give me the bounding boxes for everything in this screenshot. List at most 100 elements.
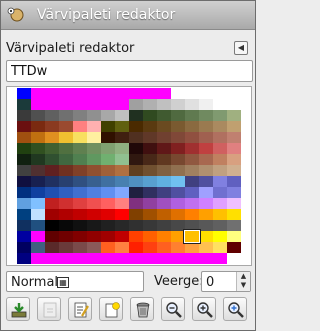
import-palette-button[interactable]	[6, 297, 30, 321]
palette-swatch[interactable]	[73, 132, 87, 143]
palette-swatch[interactable]	[45, 242, 59, 253]
new-color-button[interactable]	[99, 297, 123, 321]
palette-swatch[interactable]	[171, 220, 185, 231]
palette-swatch[interactable]	[115, 99, 129, 110]
palette-swatch[interactable]	[73, 165, 87, 176]
palette-swatch[interactable]	[227, 99, 241, 110]
palette-swatch[interactable]	[101, 121, 115, 132]
palette-swatch[interactable]	[129, 88, 143, 99]
palette-swatch[interactable]	[171, 143, 185, 154]
palette-swatch[interactable]	[199, 231, 213, 242]
palette-swatch[interactable]	[101, 99, 115, 110]
palette-swatch[interactable]	[101, 132, 115, 143]
palette-swatch[interactable]	[184, 230, 200, 243]
palette-swatch[interactable]	[17, 231, 31, 242]
palette-swatch[interactable]	[185, 132, 199, 143]
palette-swatch[interactable]	[31, 231, 45, 242]
palette-swatch[interactable]	[143, 99, 157, 110]
edit-color-button[interactable]	[68, 297, 92, 321]
palette-swatch[interactable]	[45, 88, 59, 99]
palette-swatch[interactable]	[59, 121, 73, 132]
palette-swatch[interactable]	[59, 132, 73, 143]
palette-swatch[interactable]	[129, 209, 143, 220]
palette-swatch[interactable]	[129, 99, 143, 110]
palette-swatch[interactable]	[213, 187, 227, 198]
palette-swatch[interactable]	[45, 220, 59, 231]
palette-swatch[interactable]	[213, 253, 227, 264]
spin-up-icon[interactable]: ▲	[237, 272, 250, 281]
palette-swatch[interactable]	[31, 253, 45, 264]
palette-swatch[interactable]	[115, 198, 129, 209]
palette-swatch[interactable]	[227, 143, 241, 154]
palette-swatch[interactable]	[199, 121, 213, 132]
palette-swatch[interactable]	[227, 132, 241, 143]
palette-swatch[interactable]	[31, 154, 45, 165]
palette-swatch[interactable]	[17, 242, 31, 253]
palette-swatch[interactable]	[45, 198, 59, 209]
palette-swatch[interactable]	[87, 88, 101, 99]
palette-swatch[interactable]	[73, 99, 87, 110]
palette-swatch[interactable]	[59, 110, 73, 121]
palette-swatch[interactable]	[101, 187, 115, 198]
palette-swatch[interactable]	[101, 209, 115, 220]
palette-swatch[interactable]	[171, 176, 185, 187]
palette-swatch[interactable]	[87, 187, 101, 198]
palette-swatch[interactable]	[87, 231, 101, 242]
palette-swatch[interactable]	[129, 132, 143, 143]
palette-swatch[interactable]	[45, 165, 59, 176]
palette-swatch[interactable]	[227, 209, 241, 220]
palette-swatch[interactable]	[199, 209, 213, 220]
palette-swatch[interactable]	[87, 143, 101, 154]
palette-swatch[interactable]	[157, 143, 171, 154]
palette-swatch[interactable]	[101, 154, 115, 165]
palette-swatch[interactable]	[185, 187, 199, 198]
palette-swatch[interactable]	[185, 220, 199, 231]
palette-swatch[interactable]	[73, 209, 87, 220]
palette-swatch[interactable]	[157, 242, 171, 253]
palette-swatch[interactable]	[101, 220, 115, 231]
palette-swatch[interactable]	[143, 165, 157, 176]
palette-swatch[interactable]	[45, 253, 59, 264]
zoom-out-button[interactable]	[161, 297, 185, 321]
palette-swatch[interactable]	[157, 209, 171, 220]
palette-swatch[interactable]	[73, 198, 87, 209]
palette-swatch[interactable]	[17, 209, 31, 220]
palette-swatch[interactable]	[129, 198, 143, 209]
palette-swatch[interactable]	[171, 88, 185, 99]
palette-swatch[interactable]	[129, 176, 143, 187]
palette-swatch[interactable]	[31, 220, 45, 231]
palette-swatch[interactable]	[129, 242, 143, 253]
palette-swatch[interactable]	[213, 99, 227, 110]
palette-swatch[interactable]	[115, 88, 129, 99]
palette-swatch[interactable]	[199, 220, 213, 231]
palette-swatch[interactable]	[143, 187, 157, 198]
palette-swatch[interactable]	[199, 187, 213, 198]
palette-swatch[interactable]	[87, 220, 101, 231]
palette-swatch[interactable]	[115, 132, 129, 143]
palette-swatch[interactable]	[171, 154, 185, 165]
palette-swatch[interactable]	[115, 154, 129, 165]
palette-swatch[interactable]	[59, 165, 73, 176]
palette-swatch[interactable]	[171, 253, 185, 264]
palette-swatch[interactable]	[101, 110, 115, 121]
delete-color-button[interactable]	[130, 297, 154, 321]
palette-swatch[interactable]	[227, 110, 241, 121]
palette-swatch[interactable]	[45, 176, 59, 187]
palette-swatch[interactable]	[143, 253, 157, 264]
palette-swatch[interactable]	[17, 99, 31, 110]
palette-swatch[interactable]	[143, 132, 157, 143]
palette-swatch[interactable]	[143, 176, 157, 187]
palette-swatch[interactable]	[87, 242, 101, 253]
palette-swatch[interactable]	[213, 165, 227, 176]
palette-swatch[interactable]	[17, 110, 31, 121]
palette-swatch[interactable]	[213, 198, 227, 209]
zoom-in-button[interactable]	[192, 297, 216, 321]
columns-spinbutton[interactable]: 0 ▲ ▼	[201, 271, 251, 292]
palette-swatch[interactable]	[17, 121, 31, 132]
palette-swatch[interactable]	[59, 99, 73, 110]
palette-swatch[interactable]	[143, 88, 157, 99]
palette-swatch[interactable]	[143, 154, 157, 165]
palette-swatch[interactable]	[129, 187, 143, 198]
tab-menu-icon[interactable]: ◀	[234, 41, 248, 55]
palette-swatch[interactable]	[185, 110, 199, 121]
